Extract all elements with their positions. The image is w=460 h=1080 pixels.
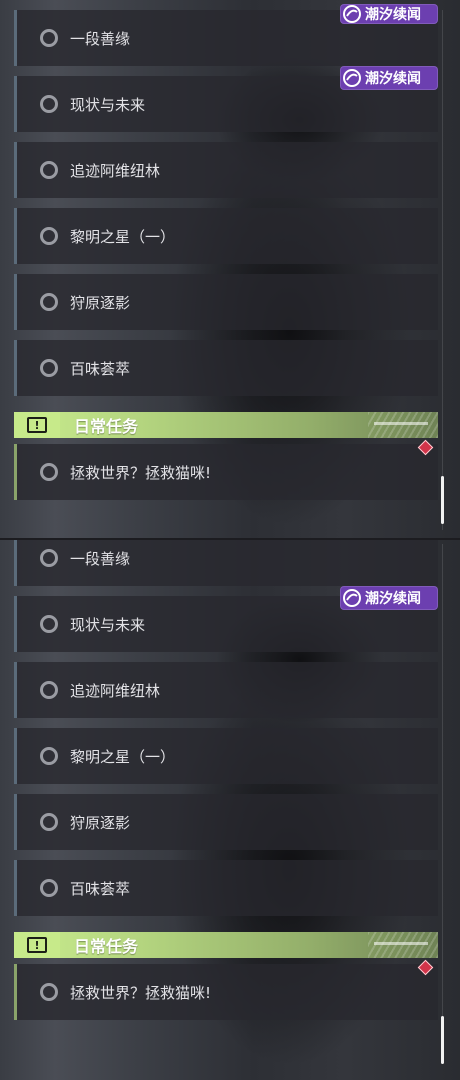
status-circle-icon	[40, 161, 58, 179]
tiny-text-decoration	[374, 422, 428, 425]
quest-label: 狩原逐影	[70, 813, 131, 832]
daily-quests-header[interactable]: ! 日常任务	[14, 412, 438, 438]
daily-quest-item[interactable]: 拯救世界？拯救猫咪!	[14, 964, 438, 1020]
quest-item[interactable]: 追迹阿维纽林	[14, 662, 438, 718]
wave-logo-icon	[340, 2, 364, 26]
quest-panel-bottom: 一段善缘 现状与未来 追迹阿维纽林 黎明之星（一） 狩原逐影 百味荟萃 ! 日常…	[0, 540, 460, 1080]
scroll-track	[442, 10, 443, 530]
alert-icon: !	[14, 932, 60, 958]
tiny-text-decoration	[374, 942, 428, 945]
quest-label: 狩原逐影	[70, 293, 131, 312]
quest-label: 一段善缘	[70, 549, 131, 568]
quest-label: 百味荟萃	[70, 879, 131, 898]
quest-label: 黎明之星（一）	[70, 227, 176, 246]
status-circle-icon	[40, 615, 58, 633]
quest-item[interactable]: 狩原逐影	[14, 794, 438, 850]
quest-panel-top: 一段善缘 现状与未来 追迹阿维纽林 黎明之星（一） 狩原逐影 百味荟萃 ! 日常…	[0, 0, 460, 540]
quest-item[interactable]: 追迹阿维纽林	[14, 142, 438, 198]
quest-item[interactable]: 狩原逐影	[14, 274, 438, 330]
quest-label: 拯救世界？拯救猫咪!	[70, 983, 212, 1002]
daily-quest-item[interactable]: 拯救世界？拯救猫咪!	[14, 444, 438, 500]
stripe-decoration	[368, 932, 438, 958]
status-circle-icon	[40, 747, 58, 765]
scroll-track	[442, 544, 443, 1064]
status-circle-icon	[40, 359, 58, 377]
quest-label: 拯救世界？拯救猫咪!	[70, 463, 212, 482]
scrollbar-thumb[interactable]	[441, 1016, 444, 1064]
quest-label: 追迹阿维纽林	[70, 681, 161, 700]
status-circle-icon	[40, 879, 58, 897]
status-circle-icon	[40, 293, 58, 311]
watermark-badge: 潮汐续闻	[340, 66, 438, 90]
quest-item[interactable]: 一段善缘	[14, 540, 438, 586]
quest-label: 现状与未来	[70, 95, 146, 114]
status-circle-icon	[40, 681, 58, 699]
daily-quests-header[interactable]: ! 日常任务	[14, 932, 438, 958]
watermark-badge: 潮汐续闻	[340, 586, 438, 610]
scrollbar-thumb[interactable]	[441, 476, 444, 524]
quest-item[interactable]: 百味荟萃	[14, 860, 438, 916]
section-title: 日常任务	[74, 417, 139, 436]
quest-label: 一段善缘	[70, 29, 131, 48]
status-circle-icon	[40, 983, 58, 1001]
wave-logo-icon	[340, 586, 364, 610]
watermark-text: 潮汐续闻	[365, 7, 421, 23]
status-circle-icon	[40, 463, 58, 481]
quest-label: 现状与未来	[70, 615, 146, 634]
quest-item[interactable]: 黎明之星（一）	[14, 208, 438, 264]
watermark-text: 潮汐续闻	[365, 71, 421, 87]
status-circle-icon	[40, 29, 58, 47]
status-circle-icon	[40, 95, 58, 113]
wave-logo-icon	[340, 66, 364, 90]
quest-item[interactable]: 百味荟萃	[14, 340, 438, 396]
quest-label: 百味荟萃	[70, 359, 131, 378]
section-title: 日常任务	[74, 937, 139, 956]
stripe-decoration	[368, 412, 438, 438]
quest-item[interactable]: 黎明之星（一）	[14, 728, 438, 784]
alert-icon: !	[14, 412, 60, 438]
status-circle-icon	[40, 813, 58, 831]
quest-label: 黎明之星（一）	[70, 747, 176, 766]
status-circle-icon	[40, 227, 58, 245]
quest-label: 追迹阿维纽林	[70, 161, 161, 180]
watermark-badge: 潮汐续闻	[340, 4, 438, 24]
watermark-text: 潮汐续闻	[365, 591, 421, 607]
status-circle-icon	[40, 549, 58, 567]
